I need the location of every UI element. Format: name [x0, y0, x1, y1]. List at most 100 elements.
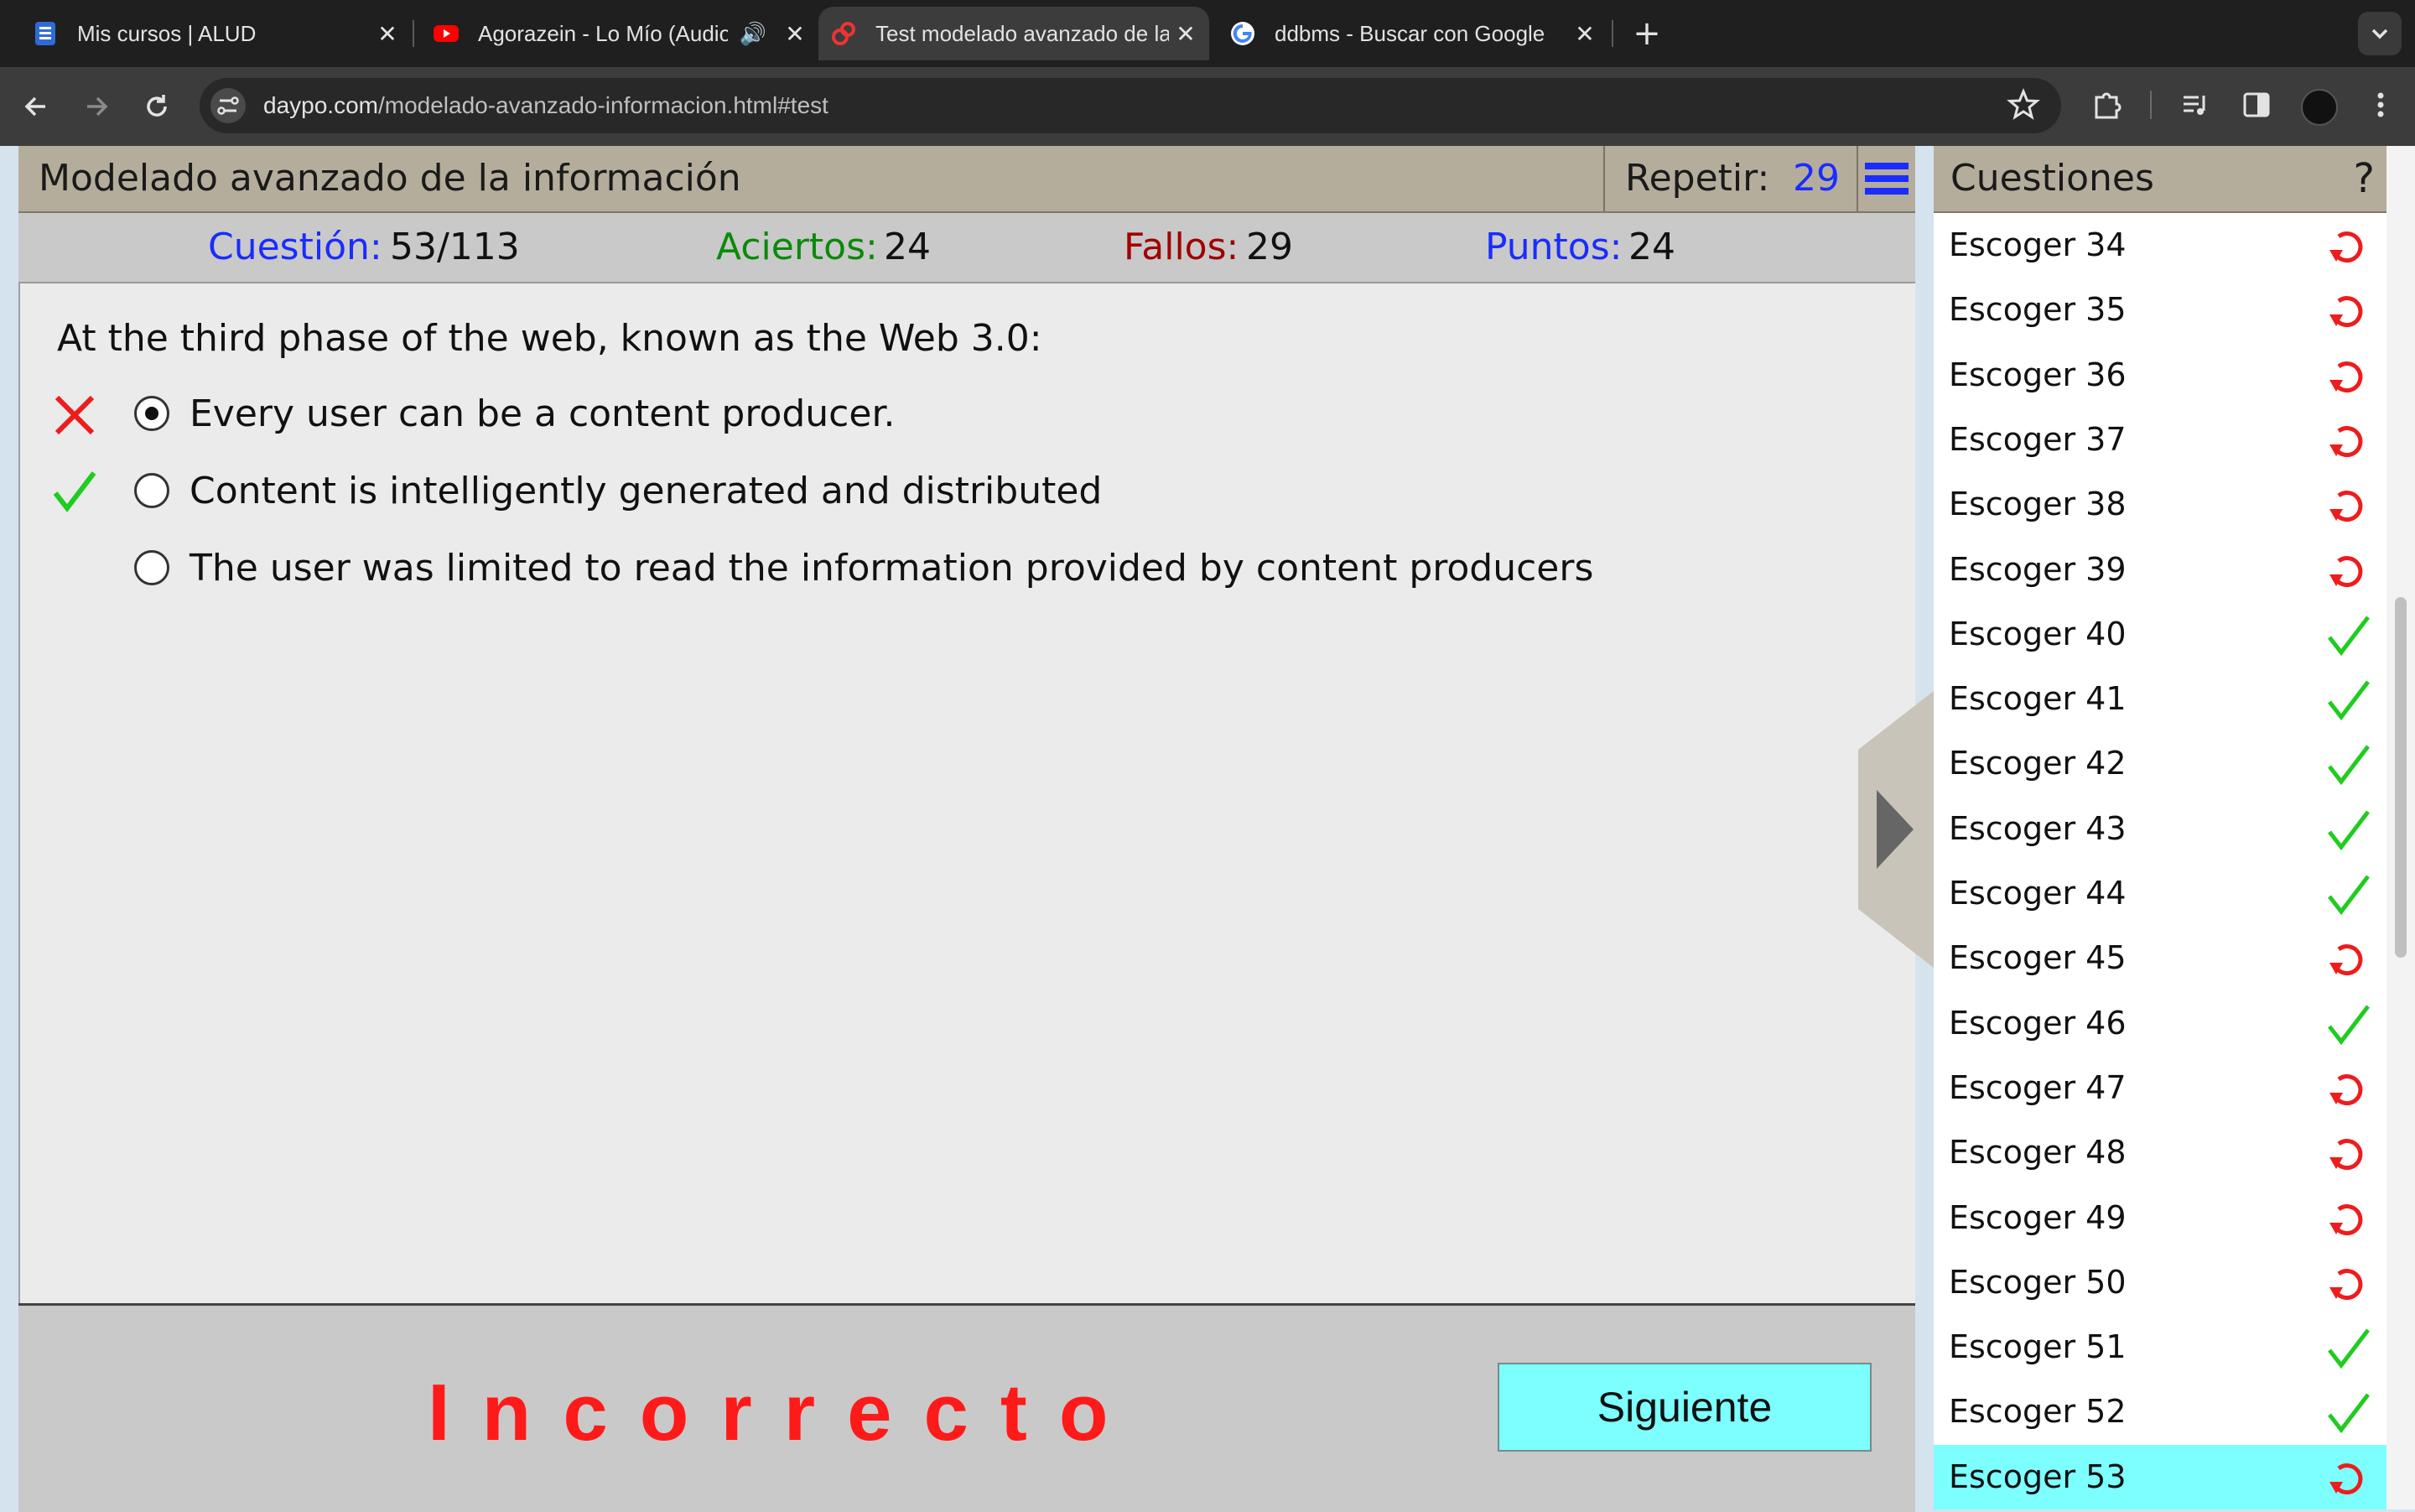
- back-icon[interactable]: [17, 87, 55, 126]
- list-item-label: Escoger 43: [1949, 809, 2127, 847]
- list-item-label: Escoger 53: [1949, 1457, 2127, 1495]
- list-item[interactable]: Escoger 37: [1934, 408, 2386, 472]
- question-value: 53/113: [390, 226, 520, 268]
- google-favicon-icon: [1231, 22, 1254, 45]
- tab-close-icon[interactable]: ✕: [371, 20, 404, 48]
- questions-sidebar: Cuestiones ? Escoger 34 Escoger 35 Escoger…: [1934, 146, 2386, 1509]
- list-item[interactable]: Escoger 49: [1934, 1186, 2386, 1250]
- option-1[interactable]: Every user can be a content producer.: [50, 381, 1811, 448]
- correct-label: Aciertos:: [716, 226, 878, 268]
- list-item[interactable]: Escoger 53: [1934, 1444, 2386, 1509]
- list-item[interactable]: Escoger 34: [1934, 213, 2386, 278]
- list-item[interactable]: Escoger 35: [1934, 278, 2386, 342]
- tab-search-button[interactable]: [2358, 12, 2402, 55]
- tab-test-modelado[interactable]: Test modelado avanzado de la ✕: [818, 7, 1209, 60]
- list-item-label: Escoger 35: [1949, 291, 2127, 329]
- list-item-label: Escoger 38: [1949, 486, 2127, 523]
- tab-agorazein[interactable]: Agorazein - Lo Mío (Audio 🔊 ✕: [418, 7, 818, 60]
- list-item-label: Escoger 42: [1949, 745, 2127, 782]
- points-label: Puntos:: [1485, 226, 1623, 268]
- media-icon[interactable]: [2177, 86, 2215, 124]
- list-item[interactable]: Escoger 50: [1934, 1250, 2386, 1315]
- site-info-icon[interactable]: [210, 87, 247, 124]
- profile-avatar[interactable]: [2301, 89, 2338, 126]
- check-icon: [2328, 1005, 2370, 1045]
- question-text: At the third phase of the web, known as …: [57, 317, 1042, 360]
- tab-close-icon[interactable]: ✕: [778, 20, 812, 48]
- extensions-icon[interactable]: [2088, 86, 2127, 124]
- repeat-label: Repetir:: [1625, 157, 1770, 200]
- option-2[interactable]: Content is intelligently generated and d…: [50, 458, 1811, 525]
- test-header: Modelado avanzado de la información Repe…: [18, 146, 1915, 213]
- toolbar-separator: [2150, 91, 2152, 119]
- panel-toggle-arrow-icon[interactable]: [1858, 691, 1934, 968]
- list-item[interactable]: Escoger 45: [1934, 926, 2386, 990]
- tab-ddbms-google[interactable]: ddbms - Buscar con Google ✕: [1214, 7, 1608, 60]
- check-icon: [2328, 745, 2370, 786]
- url-host: daypo.com: [263, 92, 378, 118]
- list-item[interactable]: Escoger 38: [1934, 472, 2386, 537]
- stats-bar: Cuestión: 53/113 Aciertos: 24 Fallos: 29…: [18, 213, 1915, 283]
- tab-close-icon[interactable]: ✕: [1169, 20, 1202, 48]
- repeat-value: 29: [1793, 157, 1840, 200]
- list-item-label: Escoger 40: [1949, 615, 2127, 652]
- check-icon: [2328, 680, 2370, 721]
- list-item[interactable]: Escoger 52: [1934, 1380, 2386, 1444]
- menu-button[interactable]: [1857, 146, 1915, 211]
- list-item[interactable]: Escoger 42: [1934, 731, 2386, 796]
- reload-icon[interactable]: [138, 87, 176, 126]
- audio-playing-icon[interactable]: 🔊: [740, 21, 766, 47]
- list-item-label: Escoger 36: [1949, 356, 2127, 393]
- option-3[interactable]: The user was limited to read the informa…: [50, 535, 1811, 602]
- retry-icon: [2329, 944, 2363, 976]
- list-item[interactable]: Escoger 46: [1934, 991, 2386, 1056]
- result-text: Incorrecto: [428, 1368, 1140, 1457]
- tab-close-icon[interactable]: ✕: [1568, 20, 1602, 48]
- tab-title: Test modelado avanzado de la: [875, 20, 1169, 46]
- list-item-label: Escoger 39: [1949, 550, 2127, 588]
- url-text[interactable]: daypo.com/modelado-avanzado-informacion.…: [263, 84, 828, 127]
- list-item[interactable]: Escoger 48: [1934, 1120, 2386, 1185]
- star-icon[interactable]: [2004, 86, 2043, 124]
- list-item[interactable]: Escoger 47: [1934, 1056, 2386, 1120]
- new-tab-button[interactable]: +: [1625, 12, 1669, 55]
- help-button[interactable]: ?: [2354, 146, 2375, 211]
- forward-icon[interactable]: [77, 87, 116, 126]
- list-item-label: Escoger 46: [1949, 1004, 2127, 1042]
- chevron-down-icon: [2371, 29, 2388, 39]
- retry-icon: [2329, 1139, 2363, 1171]
- retry-icon: [2329, 361, 2363, 392]
- tab-strip: Mis cursos | ALUD ✕ Agorazein - Lo Mío (…: [0, 0, 2415, 67]
- retry-icon: [2329, 1203, 2363, 1235]
- fail-label: Fallos:: [1124, 226, 1239, 268]
- option-3-label: The user was limited to read the informa…: [190, 547, 1594, 590]
- check-icon: [2328, 810, 2370, 850]
- tab-separator: [1612, 20, 1613, 47]
- list-item[interactable]: Escoger 36: [1934, 343, 2386, 408]
- retry-icon: [2329, 491, 2363, 522]
- check-icon: [2328, 1393, 2370, 1434]
- retry-icon: [2329, 1073, 2363, 1105]
- list-item[interactable]: Escoger 51: [1934, 1315, 2386, 1380]
- list-item[interactable]: Escoger 43: [1934, 797, 2386, 861]
- list-item[interactable]: Escoger 40: [1934, 602, 2386, 667]
- check-icon: [2328, 875, 2370, 916]
- radio-option-2[interactable]: [134, 473, 169, 508]
- question-area: [20, 283, 1914, 1441]
- list-item-label: Escoger 51: [1949, 1328, 2127, 1366]
- list-item[interactable]: Escoger 39: [1934, 538, 2386, 602]
- retry-icon: [2329, 296, 2363, 328]
- radio-option-3[interactable]: [134, 550, 169, 585]
- sidebar-scrollbar-thumb[interactable]: [2395, 597, 2407, 958]
- tab-mis-cursos[interactable]: Mis cursos | ALUD ✕: [0, 7, 411, 60]
- points-value: 24: [1628, 226, 1675, 268]
- next-button[interactable]: Siguiente: [1498, 1363, 1872, 1452]
- list-item-label: Escoger 50: [1949, 1263, 2127, 1301]
- radio-option-1[interactable]: [134, 396, 169, 431]
- list-item[interactable]: Escoger 44: [1934, 861, 2386, 926]
- list-item-label: Escoger 49: [1949, 1198, 2127, 1236]
- sidepanel-icon[interactable]: [2237, 86, 2276, 124]
- cross-icon: [55, 395, 95, 435]
- kebab-menu-icon[interactable]: [2361, 86, 2400, 124]
- list-item[interactable]: Escoger 41: [1934, 667, 2386, 731]
